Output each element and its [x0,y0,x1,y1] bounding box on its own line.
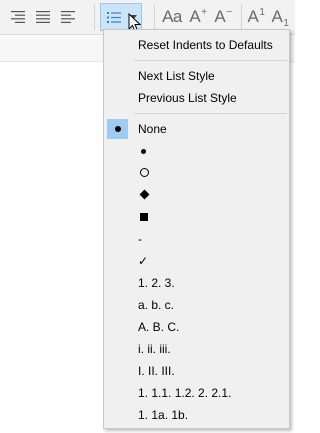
checkmark-bullet-label: ✓ [138,254,149,268]
menu-item-numbered-outline[interactable]: 1. 1a. 1b. [104,404,289,426]
shrink-font-letter: A [214,7,226,26]
align-left-icon [11,11,25,23]
menu-item-label: I. II. III. [138,364,175,378]
subscript-label: A1 [271,7,289,29]
menu-item-label: i. ii. iii. [138,342,171,356]
grow-font-label: A+ [189,7,207,27]
superscript-label: A1 [248,7,265,27]
selected-dot-icon [115,126,121,132]
align-center-button[interactable] [31,4,55,30]
menu-item-label: None [138,122,167,136]
menu-item-bullet-square[interactable] [104,206,289,228]
align-right-button[interactable] [56,4,80,30]
menu-separator [134,113,287,114]
menu-item-none[interactable]: None [104,118,289,140]
subscript-mark: 1 [283,18,289,29]
superscript-button[interactable]: A1 [245,4,267,30]
menu-item-next-list-style[interactable]: Next List Style [104,65,289,87]
menu-item-bullet-dash[interactable]: - [104,228,289,250]
menu-item-label: A. B. C. [138,320,180,334]
selected-highlight [107,119,128,139]
grow-font-button[interactable]: A+ [186,4,210,30]
bullets-button[interactable] [104,4,124,30]
menu-item-numbered-lower-roman[interactable]: i. ii. iii. [104,338,289,360]
toolbar-separator [241,4,242,30]
shrink-font-mark: − [226,7,232,18]
subscript-letter: A [271,7,283,26]
menu-item-numbered-arabic[interactable]: 1. 2. 3. [104,272,289,294]
shrink-font-label: A− [214,7,232,27]
menu-item-label: Reset Indents to Defaults [138,38,273,52]
toolbar-separator [154,4,155,30]
hollow-circle-bullet-icon [140,168,149,177]
menu-item-bullet-filled-circle[interactable] [104,140,289,162]
align-left-button[interactable] [6,4,30,30]
menu-item-numbered-lower-alpha[interactable]: a. b. c. [104,294,289,316]
menu-item-bullet-hollow-circle[interactable] [104,162,289,184]
subscript-button[interactable]: A1 [269,4,291,30]
shrink-font-button[interactable]: A− [211,4,235,30]
menu-item-label: 1. 1.1. 1.2. 2. 2.1. [138,386,232,400]
menu-item-previous-list-style[interactable]: Previous List Style [104,87,289,109]
superscript-letter: A [247,7,259,26]
toolbar-separator [94,4,95,30]
menu-item-bullet-checkmark[interactable]: ✓ [104,250,289,272]
menu-item-label: 1. 2. 3. [138,276,175,290]
menu-item-label: Previous List Style [138,91,237,105]
font-case-button[interactable]: Aa [159,4,185,30]
menu-item-numbered-legal[interactable]: 1. 1.1. 1.2. 2. 2.1. [104,382,289,404]
superscript-mark: 1 [259,7,265,18]
menu-item-label: 1. 1a. 1b. [138,408,189,422]
align-center-icon [36,11,50,23]
align-right-icon [61,11,75,23]
font-case-label: Aa [162,7,182,26]
dash-bullet-label: - [138,232,142,246]
square-bullet-icon [140,213,148,221]
menu-item-numbered-upper-roman[interactable]: I. II. III. [104,360,289,382]
bullet-list-icon [107,11,121,23]
menu-item-label: Next List Style [138,69,215,83]
menu-item-reset-indents[interactable]: Reset Indents to Defaults [104,34,289,56]
grow-font-letter: A [189,7,201,26]
menu-item-numbered-upper-alpha[interactable]: A. B. C. [104,316,289,338]
bullet-style-menu: Reset Indents to Defaults Next List Styl… [103,29,290,429]
menu-item-label: a. b. c. [138,298,175,312]
diamond-bullet-icon [139,189,150,200]
filled-circle-bullet-icon [141,149,146,154]
menu-separator [134,60,287,61]
grow-font-mark: + [201,7,207,18]
menu-item-bullet-diamond[interactable] [104,184,289,206]
